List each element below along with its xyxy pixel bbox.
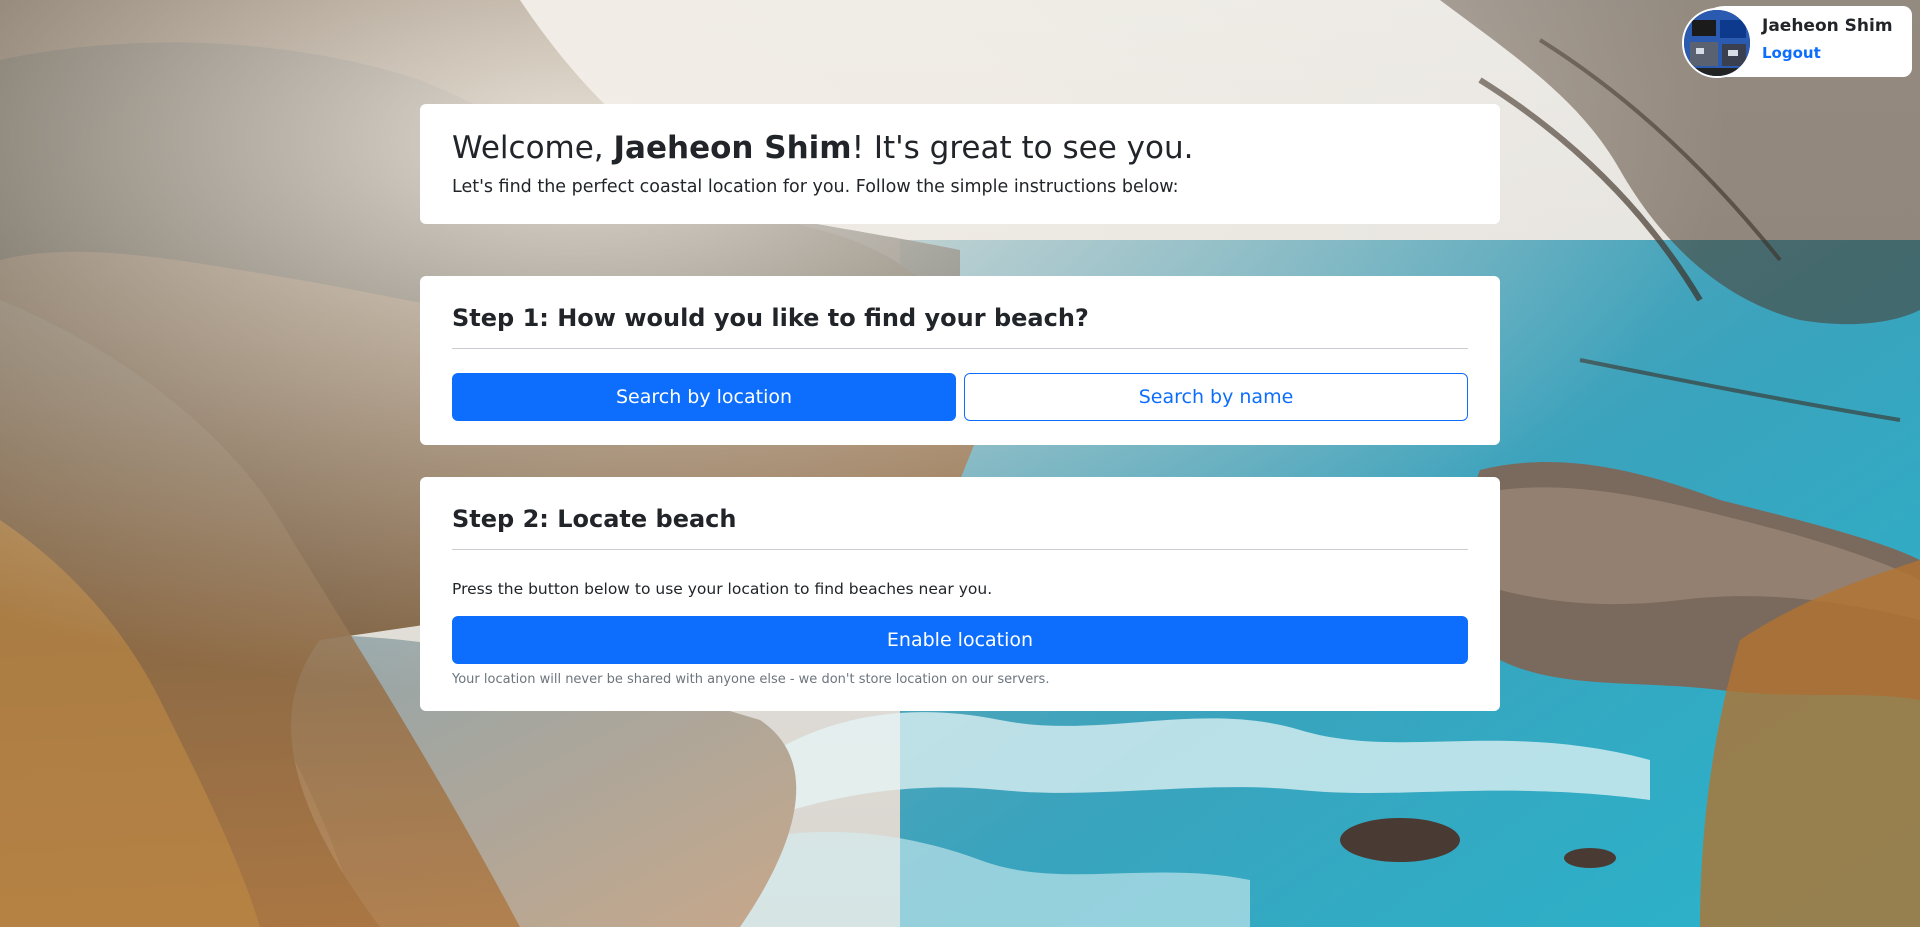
welcome-subtitle: Let's find the perfect coastal location … [452,177,1179,197]
welcome-heading: Welcome, Jaeheon Shim! It's great to see… [452,128,1468,168]
step2-divider [452,549,1468,550]
search-by-name-button[interactable]: Search by name [964,373,1468,421]
logout-link[interactable]: Logout [1762,44,1821,62]
step2-card: Step 2: Locate beach Press the button be… [420,477,1500,711]
enable-location-button[interactable]: Enable location [452,616,1468,664]
welcome-card: Welcome, Jaeheon Shim! It's great to see… [420,104,1500,224]
user-avatar[interactable] [1682,8,1752,78]
welcome-suffix: ! It's great to see you. [851,130,1194,166]
search-by-location-button[interactable]: Search by location [452,373,956,421]
search-mode-buttons: Search by location Search by name [452,373,1468,421]
step1-card: Step 1: How would you like to find your … [420,276,1500,445]
welcome-prefix: Welcome, [452,130,614,166]
step2-description: Press the button below to use your locat… [452,580,993,598]
step1-divider [452,348,1468,349]
avatar-image [1684,10,1750,76]
user-name: Jaeheon Shim [1762,16,1893,36]
privacy-note: Your location will never be shared with … [452,672,1050,687]
step1-title: Step 1: How would you like to find your … [452,304,1089,332]
user-badge: Jaeheon Shim Logout [1682,6,1912,78]
step2-title: Step 2: Locate beach [452,505,737,533]
welcome-user-name: Jaeheon Shim [613,130,852,166]
